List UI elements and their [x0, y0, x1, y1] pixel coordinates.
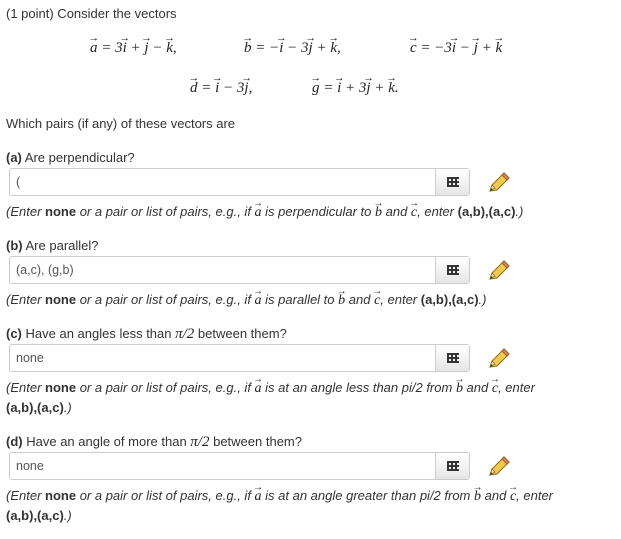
part-b-letter: (b) — [6, 238, 23, 253]
equation-palette-icon — [446, 265, 459, 275]
part-d-hint-line2: (a,b),(a,c).) — [6, 508, 72, 523]
part-c-question: (c) Have an angles less than π/2 between… — [6, 326, 287, 343]
part-c-hint-line2: (a,b),(a,c).) — [6, 400, 72, 415]
part-c-answer-input[interactable] — [10, 345, 436, 371]
vector-d-definition: d = i − 3j, — [190, 80, 252, 97]
part-b-question-text: Are parallel? — [25, 238, 99, 253]
pencil-icon[interactable] — [486, 346, 512, 370]
vector-g-definition: g = i + 3j + k. — [312, 80, 399, 97]
equation-palette-icon — [446, 353, 459, 363]
part-a-question: (a) Are perpendicular? — [6, 150, 135, 165]
pencil-icon[interactable] — [486, 170, 512, 194]
pencil-icon[interactable] — [486, 454, 512, 478]
part-d-question-math: π/2 — [190, 434, 210, 450]
part-a-hint: (Enter none or a pair or list of pairs, … — [6, 204, 523, 221]
part-d-answer-box — [9, 452, 470, 480]
part-c-hint: (Enter none or a pair or list of pairs, … — [6, 380, 535, 397]
vector-c-definition: c = −3i − j + k — [410, 40, 502, 57]
part-c-answer-box — [9, 344, 470, 372]
problem-points-heading: (1 point) Consider the vectors — [6, 6, 177, 21]
part-d-palette-button[interactable] — [435, 453, 469, 479]
part-d-answer-input[interactable] — [10, 453, 436, 479]
part-b-hint: (Enter none or a pair or list of pairs, … — [6, 292, 487, 309]
part-a-palette-button[interactable] — [435, 169, 469, 195]
part-c-palette-button[interactable] — [435, 345, 469, 371]
part-a-letter: (a) — [6, 150, 22, 165]
part-d-letter: (d) — [6, 434, 23, 449]
part-a-answer-input[interactable] — [10, 169, 436, 195]
part-c-question-tail: between them? — [194, 326, 287, 341]
part-a-question-text: Are perpendicular? — [24, 150, 135, 165]
vector-b-definition: b = −i − 3j + k, — [244, 40, 341, 57]
part-b-palette-button[interactable] — [435, 257, 469, 283]
part-b-question: (b) Are parallel? — [6, 238, 99, 253]
equation-palette-icon — [446, 461, 459, 471]
part-c-question-math: π/2 — [175, 326, 195, 342]
part-d-question: (d) Have an angle of more than π/2 betwe… — [6, 434, 302, 451]
part-c-question-text: Have an angles less than — [25, 326, 176, 341]
part-d-question-text: Have an angle of more than — [26, 434, 191, 449]
part-b-answer-box — [9, 256, 470, 284]
part-d-hint: (Enter none or a pair or list of pairs, … — [6, 488, 553, 505]
equation-palette-icon — [446, 177, 459, 187]
part-d-question-tail: between them? — [209, 434, 302, 449]
pencil-icon[interactable] — [486, 258, 512, 282]
question-prompt: Which pairs (if any) of these vectors ar… — [6, 116, 236, 131]
part-b-answer-input[interactable] — [10, 257, 436, 283]
vector-a-definition: a = 3i + j − k, — [90, 40, 177, 57]
part-c-letter: (c) — [6, 326, 22, 341]
part-a-answer-box — [9, 168, 470, 196]
